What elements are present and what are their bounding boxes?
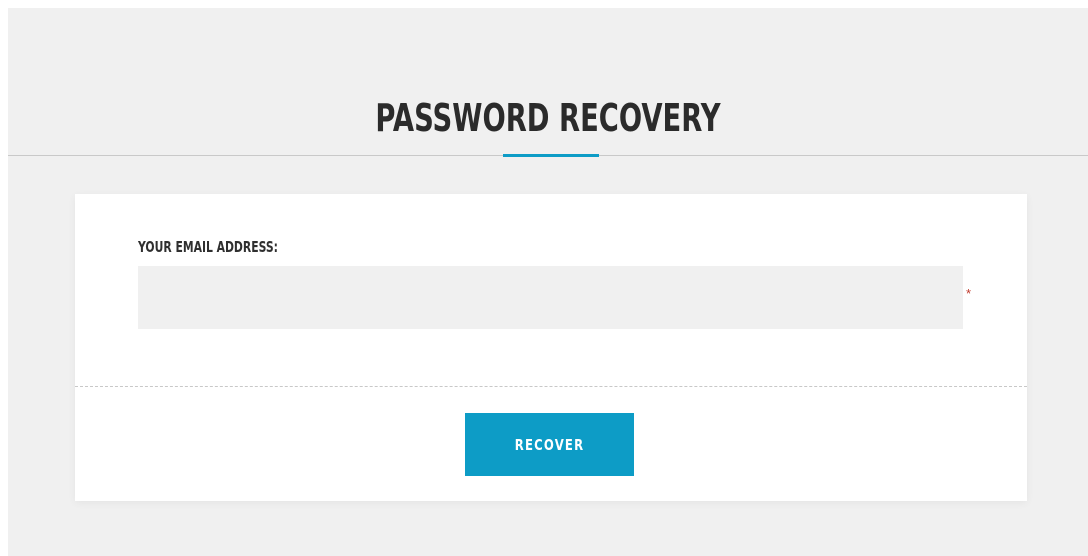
- page-header: PASSWORD RECOVERY: [8, 8, 1088, 157]
- password-recovery-form: YOUR EMAIL ADDRESS: * RECOVER: [75, 194, 1027, 501]
- form-divider: [75, 386, 1027, 387]
- required-indicator: *: [966, 286, 972, 301]
- email-field[interactable]: [138, 266, 963, 329]
- recover-button[interactable]: RECOVER: [465, 413, 634, 476]
- page-background: PASSWORD RECOVERY YOUR EMAIL ADDRESS: * …: [8, 8, 1088, 556]
- page-title: PASSWORD RECOVERY: [375, 96, 721, 140]
- email-label: YOUR EMAIL ADDRESS:: [138, 238, 278, 256]
- recover-button-label: RECOVER: [514, 435, 585, 454]
- title-accent-bar: [503, 154, 599, 157]
